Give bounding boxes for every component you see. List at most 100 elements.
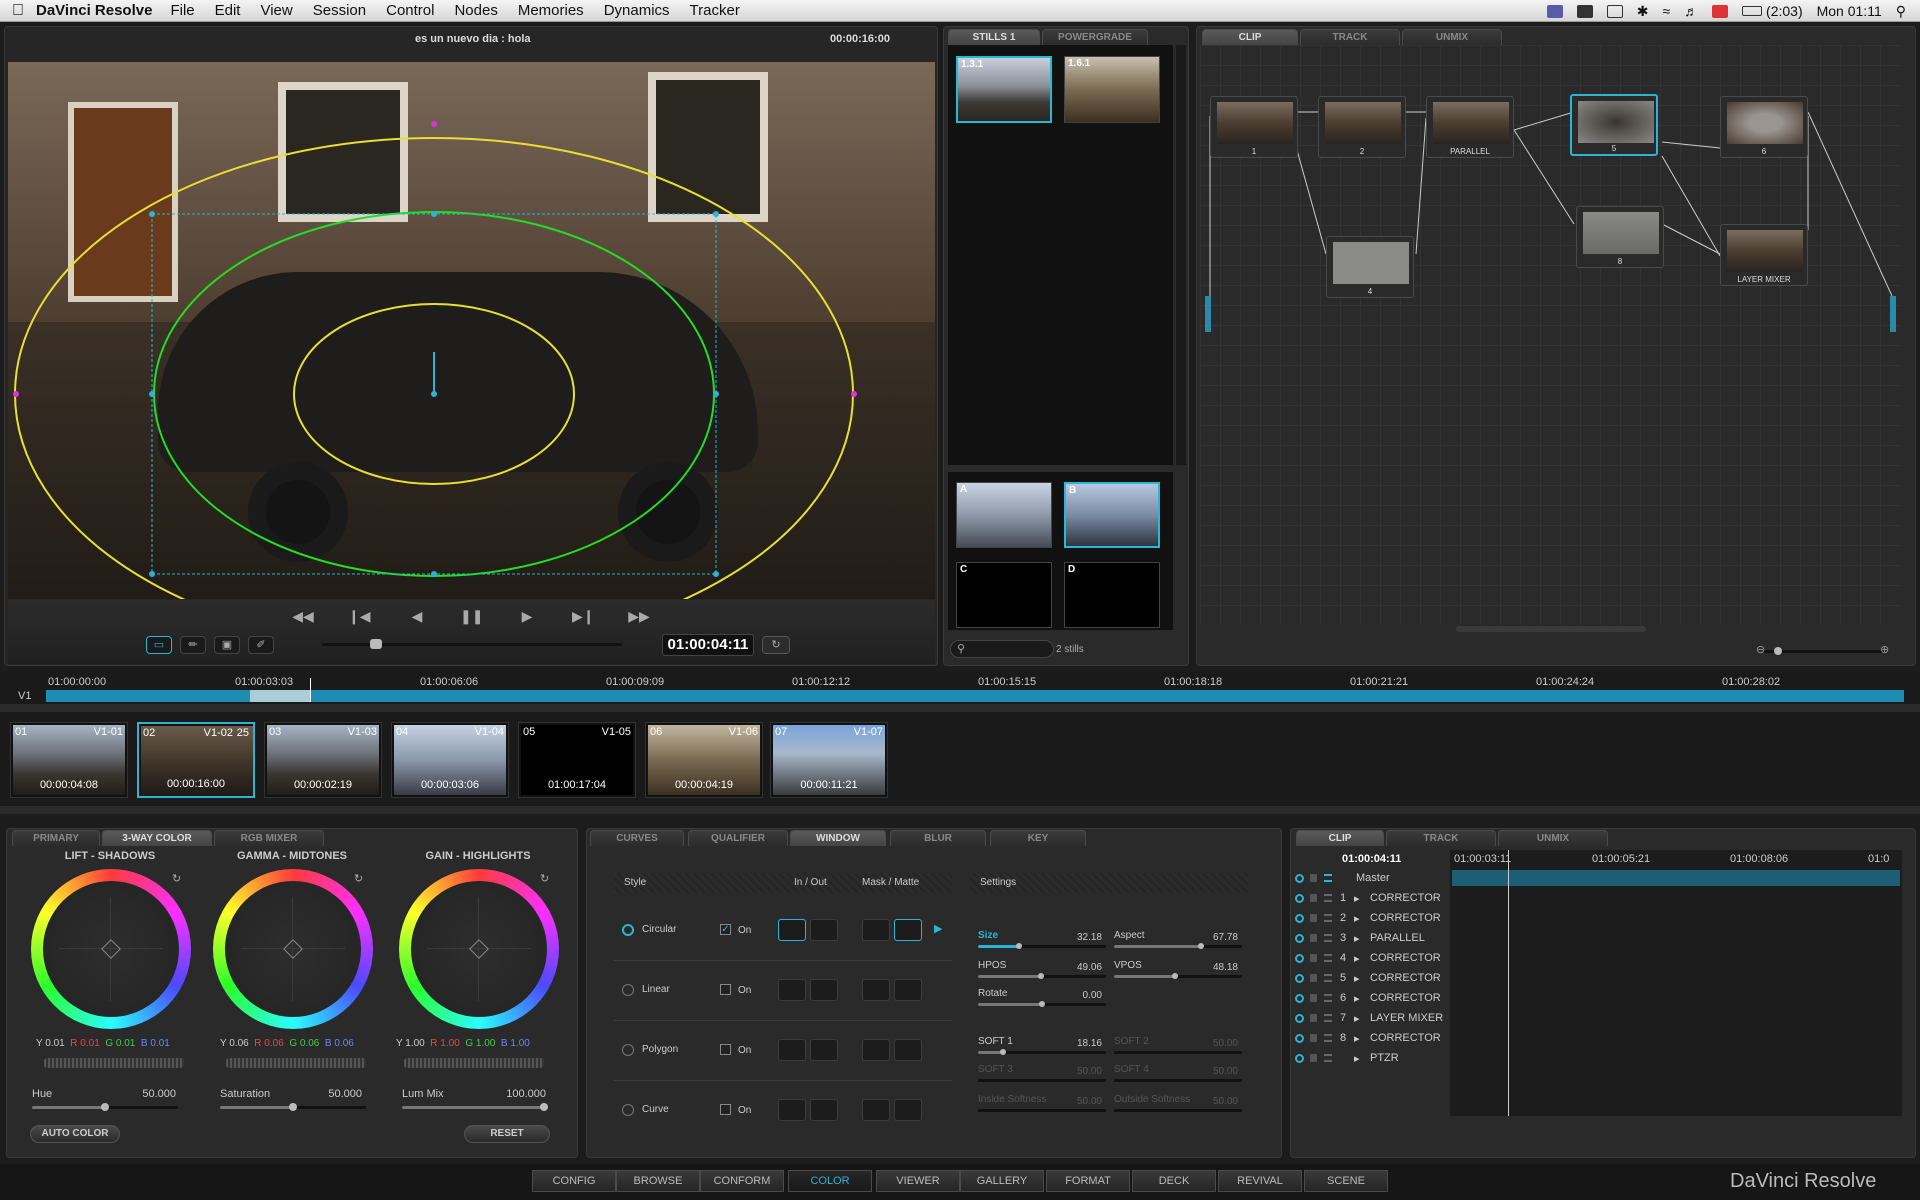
node-4[interactable]: 4 (1326, 236, 1414, 298)
polygon-inside-button[interactable] (778, 1039, 806, 1061)
node-row[interactable]: 4 ▸ CORRECTOR (1292, 950, 1452, 968)
lift-reset-icon[interactable]: ↻ (172, 872, 181, 885)
expand-icon[interactable]: ▸ (1354, 952, 1360, 965)
menu-nodes[interactable]: Nodes (454, 2, 497, 19)
clip-07[interactable]: 07 V1-07 00:00:11:21 (770, 722, 888, 798)
expand-icon[interactable]: ▸ (1354, 892, 1360, 905)
zoom-out-icon[interactable]: ⊖ (1756, 643, 1765, 656)
calendar-icon[interactable] (1576, 4, 1593, 18)
lock-icon[interactable] (1310, 1014, 1317, 1022)
stills-scrollbar[interactable] (1176, 45, 1186, 465)
soft1-slider[interactable] (978, 1049, 1106, 1055)
tab-3-way-color[interactable]: 3-WAY COLOR (102, 830, 212, 846)
saturation-slider[interactable] (220, 1103, 366, 1111)
tab-kf-clip[interactable]: CLIP (1296, 830, 1384, 846)
next-frame-icon[interactable]: ▶❙ (572, 608, 595, 625)
list-icon[interactable] (1324, 1034, 1332, 1042)
curve-mask-button[interactable] (862, 1099, 890, 1121)
battery-status[interactable]: (2:03) (1742, 3, 1803, 19)
node-row[interactable]: 7 ▸ LAYER MIXER (1292, 1010, 1452, 1028)
handle-right[interactable] (713, 391, 719, 397)
nav-deck[interactable]: DECK (1132, 1170, 1216, 1192)
circular-radio[interactable] (622, 924, 634, 936)
clip-02[interactable]: 02 V1-02 25 00:00:16:00 (137, 722, 255, 798)
vpos-value[interactable]: 48.18 (1188, 962, 1238, 973)
curve-matte-button[interactable] (894, 1099, 922, 1121)
handle-bottom[interactable] (431, 571, 437, 577)
gamma-wheel[interactable] (213, 869, 373, 1029)
lock-icon[interactable] (1310, 954, 1317, 962)
expand-icon[interactable]: ▸ (1354, 992, 1360, 1005)
curve-on-checkbox[interactable] (720, 1104, 731, 1115)
loop-icon[interactable]: ↻ (762, 636, 790, 654)
keyframe-playhead[interactable] (1508, 850, 1509, 1116)
lock-icon[interactable] (1310, 1034, 1317, 1042)
aspect-value[interactable]: 67.78 (1188, 932, 1238, 943)
nav-scene[interactable]: SCENE (1304, 1170, 1388, 1192)
node-row-master[interactable]: Master (1292, 870, 1452, 888)
handle-bottom-left[interactable] (149, 571, 155, 577)
lock-icon[interactable] (1310, 934, 1317, 942)
node-6[interactable]: 6 (1720, 96, 1808, 158)
node-layer-mixer[interactable]: LAYER MIXER (1720, 224, 1808, 286)
list-icon[interactable] (1324, 974, 1332, 982)
circular-inside-button[interactable] (778, 919, 806, 941)
list-icon[interactable] (1324, 934, 1332, 942)
clip-01[interactable]: 01 V1-01 00:00:04:08 (10, 722, 128, 798)
pause-icon[interactable]: ❚❚ (460, 608, 483, 625)
node-2[interactable]: 2 (1318, 96, 1406, 158)
picker-icon[interactable]: ✏ (180, 636, 206, 654)
tab-window[interactable]: WINDOW (790, 830, 886, 846)
curve-inside-button[interactable] (778, 1099, 806, 1121)
lum-mix-slider[interactable] (402, 1103, 548, 1111)
menu-tracker[interactable]: Tracker (690, 2, 740, 19)
polygon-outside-button[interactable] (810, 1039, 838, 1061)
clip-05[interactable]: 05 V1-05 01:00:17:04 (518, 722, 636, 798)
circular-mask-button[interactable] (862, 919, 890, 941)
prev-frame-icon[interactable]: ❙◀ (348, 608, 371, 625)
menu-session[interactable]: Session (313, 2, 366, 19)
visibility-icon[interactable] (1295, 994, 1304, 1003)
tab-powergrade[interactable]: POWERGRADE (1042, 29, 1148, 45)
nav-viewer[interactable]: VIEWER (876, 1170, 960, 1192)
soft-handle-top[interactable] (431, 121, 437, 127)
visibility-icon[interactable] (1295, 1034, 1304, 1043)
expand-icon[interactable]: ▸ (1354, 1032, 1360, 1045)
node-parallel[interactable]: PARALLEL (1426, 96, 1514, 158)
gain-wheel[interactable] (399, 869, 559, 1029)
window-overlay[interactable] (8, 62, 935, 599)
lock-icon[interactable] (1310, 1054, 1317, 1062)
visibility-icon[interactable] (1295, 954, 1304, 963)
node-5[interactable]: 5 (1570, 94, 1658, 156)
curve-outside-button[interactable] (810, 1099, 838, 1121)
linear-inside-button[interactable] (778, 979, 806, 1001)
list-icon[interactable] (1324, 894, 1332, 902)
linear-matte-button[interactable] (894, 979, 922, 1001)
linear-radio[interactable] (622, 984, 634, 996)
tab-rgb-mixer[interactable]: RGB MIXER (214, 830, 324, 846)
saturation-value[interactable]: 50.000 (302, 1088, 362, 1100)
nav-revival[interactable]: REVIVAL (1218, 1170, 1302, 1192)
curve-radio[interactable] (622, 1104, 634, 1116)
handle-bottom-right[interactable] (713, 571, 719, 577)
gamma-master-wheel[interactable] (226, 1058, 366, 1068)
handle-top-left[interactable] (149, 211, 155, 217)
visibility-icon[interactable] (1295, 974, 1304, 983)
zoom-in-icon[interactable]: ⊕ (1880, 643, 1889, 656)
tab-qualifier[interactable]: QUALIFIER (688, 830, 788, 846)
jump-end-icon[interactable]: ▶▶ (628, 608, 650, 625)
timeline-ruler[interactable]: 01:00:00:00 01:00:03:03 01:00:06:06 01:0… (0, 676, 1920, 690)
menu-dynamics[interactable]: Dynamics (604, 2, 670, 19)
vpos-slider[interactable] (1114, 973, 1242, 979)
tab-curves[interactable]: CURVES (590, 830, 684, 846)
rotate-slider[interactable] (978, 1001, 1106, 1007)
soft-handle-left[interactable] (13, 391, 19, 397)
tab-kf-track[interactable]: TRACK (1386, 830, 1496, 846)
menu-edit[interactable]: Edit (215, 2, 241, 19)
circular-on-checkbox[interactable]: ✓ (720, 924, 731, 935)
still-thumb[interactable]: 1.6.1 (1064, 56, 1160, 123)
nav-config[interactable]: CONFIG (532, 1170, 616, 1192)
clips-scrollbar[interactable] (0, 806, 1920, 814)
jump-start-icon[interactable]: ◀◀ (292, 608, 314, 625)
gamma-reset-icon[interactable]: ↻ (354, 872, 363, 885)
